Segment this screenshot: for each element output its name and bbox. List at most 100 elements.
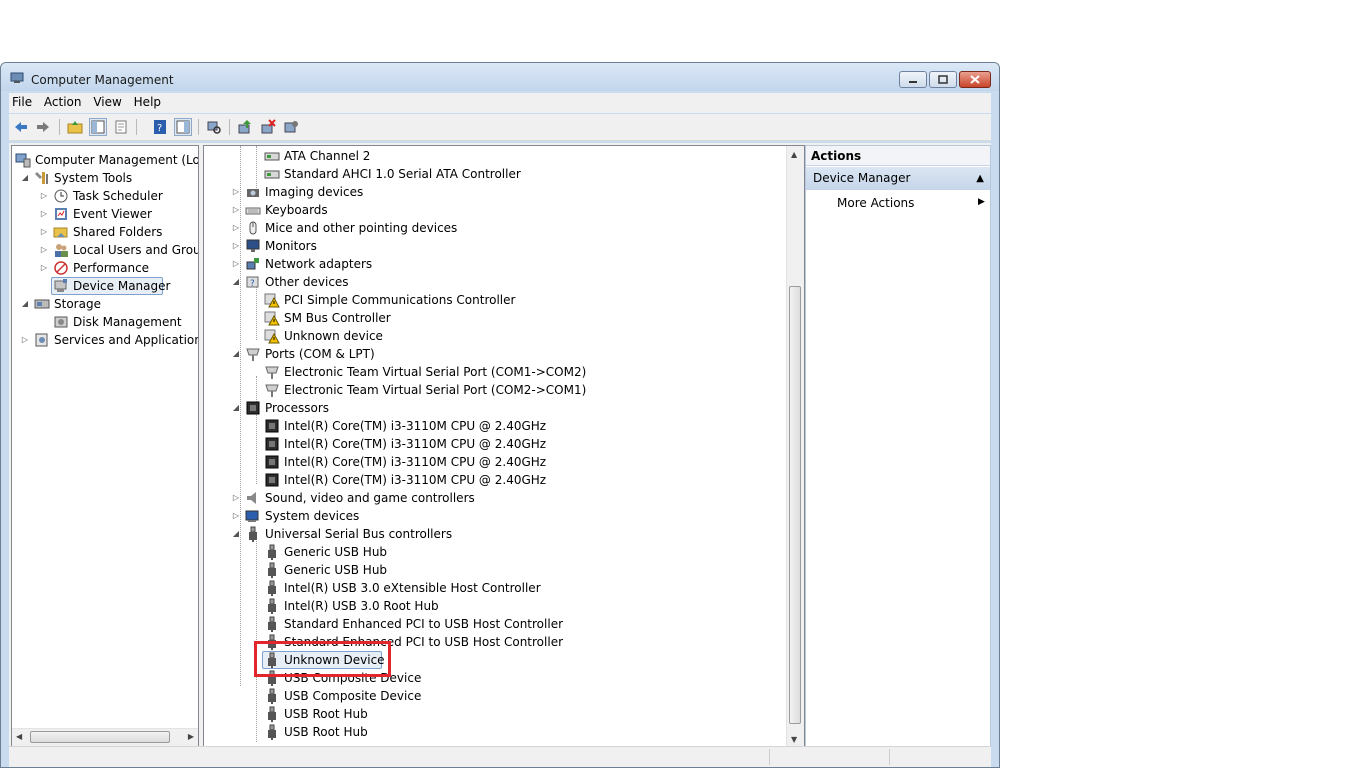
device-tree-item-row[interactable]: ▷ Keyboards [204,201,786,219]
collapse-triangle-icon[interactable]: ◢ [231,399,241,417]
expand-triangle-icon[interactable]: ▷ [20,331,30,349]
clock-icon [53,188,69,204]
show-hide-console-tree-button[interactable] [89,118,107,136]
expand-triangle-icon[interactable]: ▷ [39,259,49,277]
console-tree-item-row[interactable]: ▷ Local Users and Groups [12,241,198,259]
device-tree-item-row[interactable]: ▷ Imaging devices [204,183,786,201]
device-tree-item-row[interactable]: Standard Enhanced PCI to USB Host Contro… [204,615,786,633]
scroll-right-arrow-icon[interactable]: ▶ [188,732,194,741]
device-tree-item-row[interactable]: Unknown device [204,327,786,345]
device-tree-item-row[interactable]: SM Bus Controller [204,309,786,327]
expand-triangle-icon[interactable]: ▷ [231,237,241,255]
device-tree-item-row[interactable]: Intel(R) Core(TM) i3-3110M CPU @ 2.40GHz [204,471,786,489]
device-tree-item-row[interactable]: ▷ Sound, video and game controllers [204,489,786,507]
horizontal-scroll-thumb[interactable] [30,731,170,743]
update-driver-button[interactable] [236,118,254,136]
device-tree-item-row[interactable]: USB Root Hub [204,723,786,741]
menu-action[interactable]: Action [41,93,87,109]
collapse-triangle-icon[interactable]: ◢ [20,169,30,187]
device-tree-item-row[interactable]: Intel(R) Core(TM) i3-3110M CPU @ 2.40GHz [204,435,786,453]
properties-button[interactable] [112,118,130,136]
console-tree-item-row[interactable]: ◢ Storage [12,295,198,313]
scan-for-hardware-changes-button[interactable] [205,118,223,136]
device-tree-item-row[interactable]: Intel(R) Core(TM) i3-3110M CPU @ 2.40GHz [204,453,786,471]
console-tree-item-row[interactable]: ▷ Services and Applications [12,331,198,349]
more-actions-item[interactable]: More Actions [837,194,914,212]
expand-triangle-icon[interactable]: ▷ [231,183,241,201]
expand-triangle-icon[interactable]: ▷ [231,255,241,273]
console-tree-item-row[interactable]: ▷ Shared Folders [12,223,198,241]
console-tree-item-row[interactable]: ◢ System Tools [12,169,198,187]
collapse-up-icon[interactable]: ▲ [976,167,984,190]
device-tree-item-row[interactable]: Intel(R) Core(TM) i3-3110M CPU @ 2.40GHz [204,417,786,435]
device-tree-item-row[interactable]: Intel(R) USB 3.0 eXtensible Host Control… [204,579,786,597]
scroll-up-arrow-icon[interactable]: ▲ [791,150,797,159]
device-tree-item-label: Intel(R) Core(TM) i3-3110M CPU @ 2.40GHz [284,437,547,451]
warning-device-icon [264,328,280,344]
scroll-down-arrow-icon[interactable]: ▼ [791,735,797,744]
minimize-button[interactable] [899,71,927,88]
collapse-triangle-icon[interactable]: ◢ [231,525,241,543]
device-tree-item-row[interactable]: ◢ Universal Serial Bus controllers [204,525,786,543]
vertical-scroll-thumb[interactable] [789,286,801,724]
device-tree-item-row[interactable]: Electronic Team Virtual Serial Port (COM… [204,381,786,399]
device-tree-item-row[interactable]: ◢ Ports (COM & LPT) [204,345,786,363]
status-bar [9,746,991,767]
device-tree-item-row[interactable]: ◢? Other devices [204,273,786,291]
expand-triangle-icon[interactable]: ▷ [231,507,241,525]
expand-triangle-icon[interactable]: ▷ [39,241,49,259]
actions-header: Actions [806,146,990,166]
maximize-button[interactable] [929,71,957,88]
menu-file[interactable]: File [9,93,37,109]
device-tree-item-row[interactable]: Generic USB Hub [204,561,786,579]
console-tree-item-row[interactable]: Computer Management (Local [12,151,198,169]
disable-device-button[interactable] [282,118,300,136]
device-tree-item-row[interactable]: ATA Channel 2 [204,147,786,165]
expand-triangle-icon[interactable]: ▷ [39,205,49,223]
device-tree-item-row[interactable]: ▷ System devices [204,507,786,525]
console-tree-horizontal-scrollbar[interactable]: ◀ ▶ [12,728,198,746]
device-tree-item-row[interactable]: Standard AHCI 1.0 Serial ATA Controller [204,165,786,183]
close-button[interactable] [959,71,991,88]
expand-triangle-icon[interactable]: ▷ [231,201,241,219]
uninstall-button[interactable] [259,118,277,136]
device-tree-item-label: USB Root Hub [284,707,368,721]
device-tree-item-row[interactable]: USB Composite Device [204,687,786,705]
back-button[interactable] [12,118,30,136]
console-tree-item-row[interactable]: Device Manager [12,277,198,295]
device-tree-item-row[interactable]: Electronic Team Virtual Serial Port (COM… [204,363,786,381]
actions-section-device-manager[interactable]: Device Manager ▲ [806,167,990,190]
show-hide-action-pane-button[interactable] [174,118,192,136]
help-button[interactable]: ? [151,118,169,136]
expand-triangle-icon[interactable]: ▷ [231,219,241,237]
scroll-left-arrow-icon[interactable]: ◀ [16,732,22,741]
device-tree-item-row[interactable]: Generic USB Hub [204,543,786,561]
expand-triangle-icon[interactable]: ▷ [231,489,241,507]
console-tree-item-row[interactable]: ▷ Performance [12,259,198,277]
collapse-triangle-icon[interactable]: ◢ [231,345,241,363]
up-one-level-button[interactable] [66,118,84,136]
shared-folder-icon [53,224,69,240]
console-tree-icon [91,120,105,134]
ide-controller-icon [264,166,280,182]
console-tree-item-row[interactable]: ▷ Task Scheduler [12,187,198,205]
title-bar[interactable]: Computer Management [1,63,999,91]
device-tree-vertical-scrollbar[interactable]: ▲ ▼ [786,146,804,746]
device-tree-item-row[interactable]: ▷ Network adapters [204,255,786,273]
console-tree-item-row[interactable]: ▷ Event Viewer [12,205,198,223]
device-tree-item-row[interactable]: ◢ Processors [204,399,786,417]
device-tree-item-row[interactable]: ▷ Mice and other pointing devices [204,219,786,237]
svg-text:?: ? [250,279,255,289]
device-tree-item-row[interactable]: USB Root Hub [204,705,786,723]
menu-help[interactable]: Help [131,93,166,109]
console-tree-item-row[interactable]: Disk Management [12,313,198,331]
menu-view[interactable]: View [90,93,126,109]
collapse-triangle-icon[interactable]: ◢ [20,295,30,313]
collapse-triangle-icon[interactable]: ◢ [231,273,241,291]
expand-triangle-icon[interactable]: ▷ [39,223,49,241]
expand-triangle-icon[interactable]: ▷ [39,187,49,205]
forward-button[interactable] [34,118,52,136]
device-tree-item-row[interactable]: Intel(R) USB 3.0 Root Hub [204,597,786,615]
device-tree-item-row[interactable]: ▷ Monitors [204,237,786,255]
device-tree-item-row[interactable]: PCI Simple Communications Controller [204,291,786,309]
